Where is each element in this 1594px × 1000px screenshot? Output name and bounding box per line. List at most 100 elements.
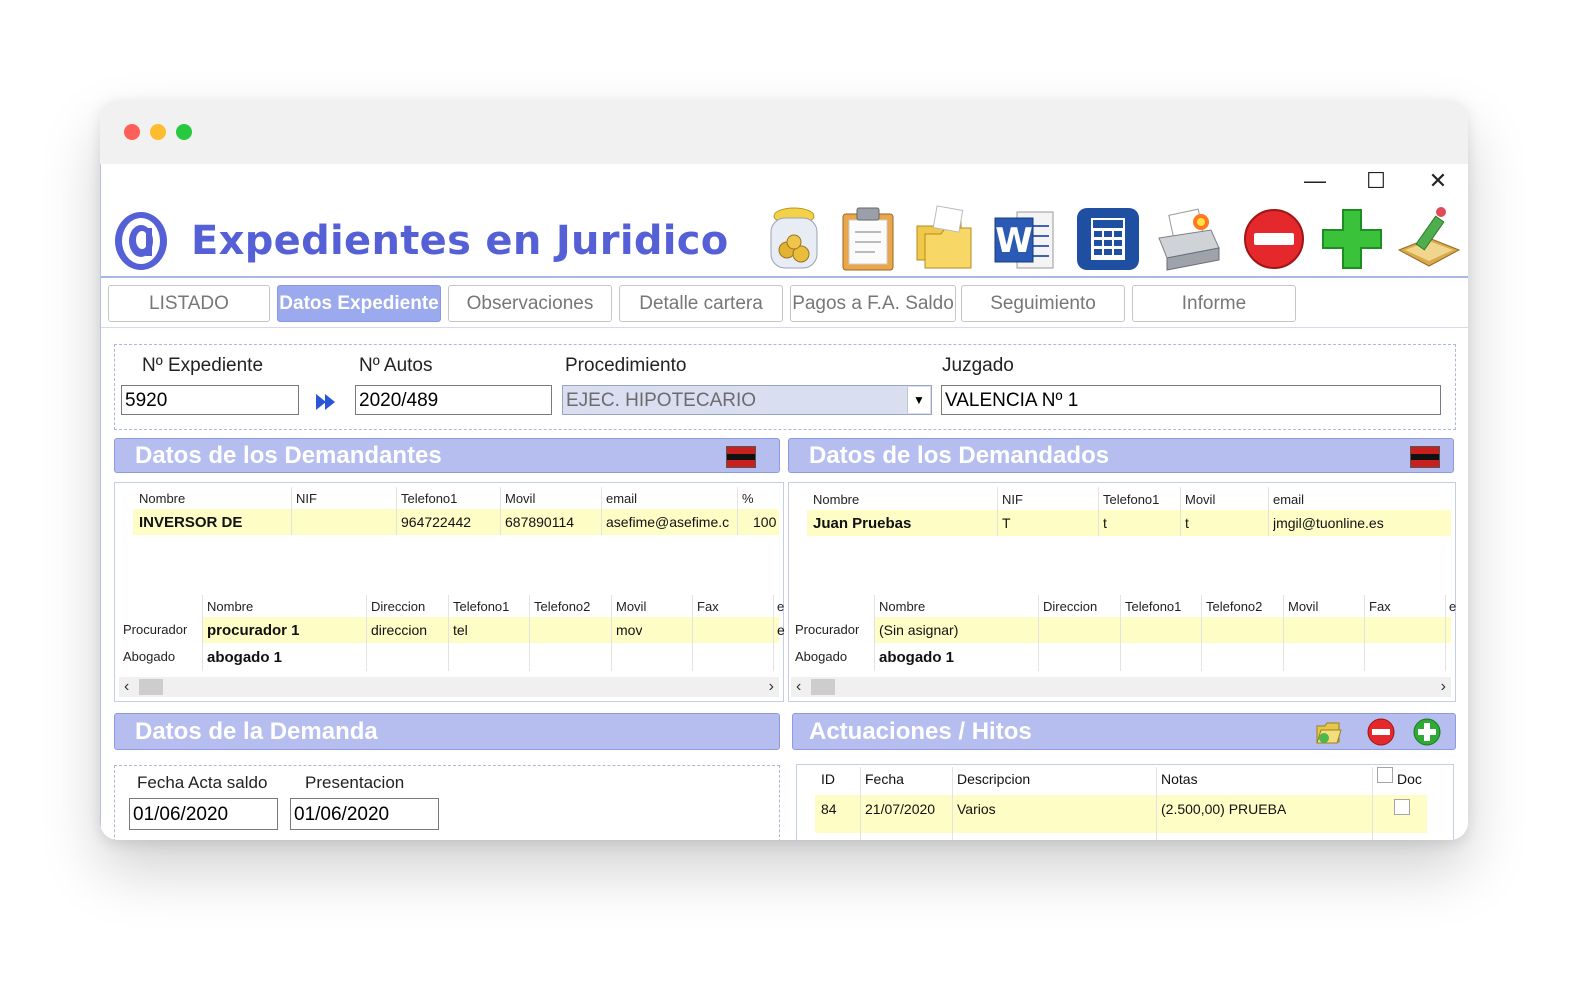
printer-icon[interactable] xyxy=(1155,204,1221,274)
expediente-input[interactable]: 5920 xyxy=(121,385,299,415)
col-header[interactable]: Telefono1 xyxy=(453,599,509,614)
tab-observaciones[interactable]: Observaciones xyxy=(448,285,612,322)
cell-nif[interactable]: T xyxy=(1002,515,1011,531)
chevron-down-icon[interactable]: ▼ xyxy=(907,387,930,413)
horizontal-scrollbar[interactable]: ‹ › xyxy=(119,677,779,697)
scroll-thumb[interactable] xyxy=(139,679,163,695)
col-header[interactable]: e xyxy=(777,599,784,614)
cell-fecha[interactable]: 21/07/2020 xyxy=(865,801,935,817)
col-header[interactable]: Notas xyxy=(1161,771,1198,787)
col-header[interactable]: Telefono1 xyxy=(1103,492,1159,507)
cell-movil[interactable]: t xyxy=(1185,515,1189,531)
folders-icon[interactable] xyxy=(913,204,979,274)
col-header[interactable]: Telefono1 xyxy=(1125,599,1181,614)
cell-nombre[interactable]: INVERSOR DE xyxy=(139,514,242,531)
tab-detalle-cartera[interactable]: Detalle cartera xyxy=(619,285,783,322)
cell-email[interactable]: jmgil@tuonline.es xyxy=(1273,515,1384,531)
tab-seguimiento[interactable]: Seguimiento xyxy=(961,285,1125,322)
coins-jar-icon[interactable] xyxy=(761,204,827,274)
app-content: — ☐ ✕ Expedientes en Juridico W LISTADO … xyxy=(100,164,1468,840)
go-forward-icon[interactable] xyxy=(315,392,337,412)
cell-descripcion[interactable]: Varios xyxy=(957,801,996,817)
col-header[interactable]: Movil xyxy=(616,599,646,614)
cell-telefono1[interactable]: t xyxy=(1103,515,1107,531)
col-header[interactable]: Fax xyxy=(1369,599,1391,614)
cell-movil[interactable]: mov xyxy=(616,622,642,638)
close-button[interactable]: ✕ xyxy=(1423,168,1453,194)
add-circle-icon[interactable] xyxy=(1413,718,1441,746)
col-header[interactable]: Direccion xyxy=(371,599,425,614)
col-header[interactable]: Telefono2 xyxy=(1206,599,1262,614)
actuaciones-header: Actuaciones / Hitos xyxy=(792,713,1456,750)
autos-input[interactable]: 2020/489 xyxy=(355,385,552,415)
col-header[interactable]: NIF xyxy=(296,491,317,506)
col-header[interactable]: Movil xyxy=(505,491,535,506)
cell-direccion[interactable]: direccion xyxy=(371,622,427,638)
edit-icon[interactable] xyxy=(1397,204,1463,274)
col-header[interactable]: e xyxy=(1449,599,1456,614)
horizontal-scrollbar[interactable]: ‹ › xyxy=(791,677,1451,697)
col-header[interactable]: Nombre xyxy=(813,492,859,507)
word-icon[interactable]: W xyxy=(991,204,1057,274)
folder-open-icon[interactable] xyxy=(1315,718,1343,746)
flag-icon[interactable] xyxy=(1410,446,1440,468)
fecha-acta-input[interactable]: 01/06/2020 xyxy=(129,798,278,830)
col-header[interactable]: Nombre xyxy=(207,599,253,614)
maximize-button[interactable]: ☐ xyxy=(1361,168,1391,194)
cell-email[interactable]: e xyxy=(777,622,785,638)
delete-icon[interactable] xyxy=(1241,204,1307,274)
close-traffic-light[interactable] xyxy=(124,124,140,140)
cell-percent[interactable]: 100 xyxy=(753,514,776,530)
col-header[interactable]: Descripcion xyxy=(957,771,1030,787)
procedimiento-select[interactable]: EJEC. HIPOTECARIO ▼ xyxy=(562,385,932,415)
select-all-checkbox[interactable] xyxy=(1377,767,1393,783)
col-header[interactable]: Fax xyxy=(697,599,719,614)
cell-procurador[interactable]: (Sin asignar) xyxy=(879,622,958,638)
scroll-left-icon[interactable]: ‹ xyxy=(796,677,801,697)
scroll-right-icon[interactable]: › xyxy=(769,677,774,697)
col-header[interactable]: Fecha xyxy=(865,771,904,787)
col-header[interactable]: Doc xyxy=(1397,771,1422,787)
scroll-left-icon[interactable]: ‹ xyxy=(124,677,129,697)
tabs-divider xyxy=(101,327,1468,328)
scroll-right-icon[interactable]: › xyxy=(1441,677,1446,697)
cell-nombre[interactable]: Juan Pruebas xyxy=(813,515,911,532)
col-header[interactable]: Direccion xyxy=(1043,599,1097,614)
juzgado-input[interactable]: VALENCIA Nº 1 xyxy=(941,385,1441,415)
tab-pagos[interactable]: Pagos a F.A. Saldo xyxy=(790,285,956,322)
col-header[interactable]: % xyxy=(742,491,754,506)
zoom-traffic-light[interactable] xyxy=(176,124,192,140)
col-header[interactable]: email xyxy=(1273,492,1304,507)
tab-datos-expediente[interactable]: Datos Expediente xyxy=(277,285,441,322)
calculator-icon[interactable] xyxy=(1075,204,1141,274)
minimize-traffic-light[interactable] xyxy=(150,124,166,140)
cell-procurador[interactable]: procurador 1 xyxy=(207,622,300,639)
flag-icon[interactable] xyxy=(726,446,756,468)
col-header[interactable]: Telefono2 xyxy=(534,599,590,614)
cell-telefono1[interactable]: 964722442 xyxy=(401,514,471,530)
doc-checkbox[interactable] xyxy=(1394,799,1410,815)
clipboard-icon[interactable] xyxy=(835,204,901,274)
scroll-thumb[interactable] xyxy=(811,679,835,695)
cell-notas[interactable]: (2.500,00) PRUEBA xyxy=(1161,801,1286,817)
cell-abogado[interactable]: abogado 1 xyxy=(207,649,282,666)
col-header[interactable]: email xyxy=(606,491,637,506)
col-header[interactable]: Telefono1 xyxy=(401,491,457,506)
col-header[interactable]: Movil xyxy=(1288,599,1318,614)
add-icon[interactable] xyxy=(1319,204,1385,274)
col-header[interactable]: ID xyxy=(821,771,835,787)
cell-telefono1[interactable]: tel xyxy=(453,622,468,638)
remove-icon[interactable] xyxy=(1367,718,1395,746)
tab-listado[interactable]: LISTADO xyxy=(108,285,270,322)
cell-movil[interactable]: 687890114 xyxy=(505,514,574,530)
cell-id[interactable]: 84 xyxy=(821,801,837,817)
cell-email[interactable]: asefime@asefime.c xyxy=(606,514,734,530)
col-header[interactable]: Movil xyxy=(1185,492,1215,507)
col-header[interactable]: NIF xyxy=(1002,492,1023,507)
minimize-button[interactable]: — xyxy=(1300,168,1330,194)
col-header[interactable]: Nombre xyxy=(879,599,925,614)
presentacion-input[interactable]: 01/06/2020 xyxy=(290,798,439,830)
tab-informe[interactable]: Informe xyxy=(1132,285,1296,322)
cell-abogado[interactable]: abogado 1 xyxy=(879,649,954,666)
col-header[interactable]: Nombre xyxy=(139,491,185,506)
